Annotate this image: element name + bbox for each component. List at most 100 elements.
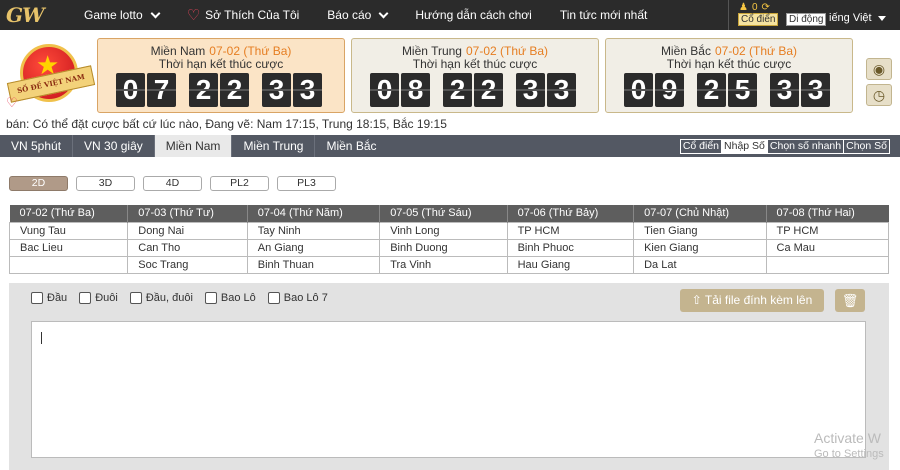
table-row: Bac Lieu Can Tho An Giang Binh Duong Bin… xyxy=(8,238,889,257)
input-mode-tabs: Cổ điển Nhập Số Chọn số nhanh Chọn Số xyxy=(679,139,890,154)
table-cell[interactable]: TP HCM xyxy=(765,221,889,240)
table-cell[interactable]: Dong Nai xyxy=(127,221,248,240)
region-subtitle: Thời hạn kết thúc cược xyxy=(158,57,284,71)
bet-number-input[interactable] xyxy=(31,321,866,458)
table-cell xyxy=(765,255,889,274)
checkbox[interactable] xyxy=(129,292,142,304)
region-subtitle: Thời hạn kết thúc cược xyxy=(666,57,792,71)
checkbox[interactable] xyxy=(204,292,217,304)
mode-mobile-button[interactable]: Di động xyxy=(786,13,827,26)
game-type-group: 2D 3D 4D PL2 PL3 xyxy=(9,176,336,191)
countdown-digit: 3 xyxy=(293,73,322,107)
mode-classic-button[interactable]: Cổ điển xyxy=(738,13,779,26)
nav-game-lotto[interactable]: Game lotto xyxy=(70,0,173,30)
table-cell[interactable]: An Giang xyxy=(246,238,381,257)
table-cell[interactable]: Binh Phuoc xyxy=(506,238,635,257)
region-title: Miền Nam 07-02 (Thứ Ba) xyxy=(98,44,344,58)
game-type-2d[interactable]: 2D xyxy=(9,176,68,191)
countdown-digit: 0 xyxy=(370,73,399,107)
option-label: Đầu, đuôi xyxy=(145,292,193,304)
tab-pick-number[interactable]: Chọn Số xyxy=(843,139,890,154)
draw-info: bán: Có thể đặt cược bất cứ lúc nào, Đan… xyxy=(6,117,447,131)
upload-icon: ⇧ xyxy=(691,293,702,307)
bet-options: Đầu Đuôi Đầu, đuôi Bao Lô Bao Lô 7 xyxy=(31,292,328,304)
region-card-mien-nam[interactable]: Miền Nam 07-02 (Thứ Ba) Thời hạn kết thúc… xyxy=(97,38,345,113)
region-title: Miền Trung 07-02 (Thứ Ba) xyxy=(352,44,598,58)
countdown-digit: 9 xyxy=(655,73,684,107)
countdown-digit: 7 xyxy=(147,73,176,107)
table-cell[interactable]: Binh Duong xyxy=(379,238,508,257)
text-cursor xyxy=(41,332,42,344)
trash-icon[interactable]: 🗑 xyxy=(835,289,865,312)
nav-favorites[interactable]: ♡ Sở Thích Của Tôi xyxy=(173,0,314,30)
checkbox[interactable] xyxy=(31,292,43,304)
region-card-mien-bac[interactable]: Miền Bắc 07-02 (Thứ Ba) Thời hạn kết thúc… xyxy=(605,38,853,113)
nav-news[interactable]: Tin tức mới nhất xyxy=(546,0,661,30)
countdown: 0 9 2 5 3 3 xyxy=(624,73,830,107)
table-cell[interactable]: Vinh Long xyxy=(379,221,508,240)
table-cell[interactable]: Bac Lieu xyxy=(8,238,129,257)
refresh-icon[interactable]: ⟳ xyxy=(762,2,770,13)
language-select[interactable]: iếng Việt xyxy=(829,12,886,24)
globe-icon[interactable]: ◉ xyxy=(866,58,892,80)
checkbox[interactable] xyxy=(79,292,92,304)
region-card-mien-trung[interactable]: Miền Trung 07-02 (Thứ Ba) Thời hạn kết th… xyxy=(351,38,599,113)
countdown-digit: 8 xyxy=(401,73,430,107)
favorite-heart-icon[interactable]: ♡ xyxy=(6,95,18,111)
upload-label: Tải file đính kèm lên xyxy=(704,293,813,307)
game-type-3d[interactable]: 3D xyxy=(76,176,135,191)
table-cell[interactable]: Tay Ninh xyxy=(246,221,381,240)
nav-reports[interactable]: Báo cáo xyxy=(313,0,401,30)
countdown: 0 8 2 2 3 3 xyxy=(370,73,576,107)
nav-guide[interactable]: Hướng dẫn cách chơi xyxy=(401,0,546,30)
tab-enter-number[interactable]: Nhập Số xyxy=(721,139,768,154)
option-duoi[interactable]: Đuôi xyxy=(79,292,118,304)
table-cell[interactable]: Soc Trang xyxy=(127,255,248,274)
table-header: 07-06 (Thứ Bảy) xyxy=(507,205,635,222)
table-cell[interactable]: Tien Giang xyxy=(633,221,767,240)
table-cell[interactable]: Binh Thuan xyxy=(246,255,381,274)
nav-user-area: ♟ 0 ⟳ Cổ điển Di động iếng Việt xyxy=(728,0,900,30)
watermark-line1: Activate W xyxy=(814,430,881,446)
heart-icon: ♡ xyxy=(186,6,201,24)
table-cell[interactable]: Tra Vinh xyxy=(379,255,508,274)
game-type-pl3[interactable]: PL3 xyxy=(277,176,336,191)
tab-classic[interactable]: Cổ điển xyxy=(679,139,723,154)
activate-windows-watermark: Activate W Go to Settings xyxy=(814,430,884,462)
table-cell[interactable]: Kien Giang xyxy=(633,238,767,257)
tab-vn-5phut[interactable]: VN 5phút xyxy=(0,135,74,157)
region-name: Miền Bắc xyxy=(660,44,711,58)
option-bao-lo[interactable]: Bao Lô xyxy=(204,292,256,304)
tab-quick-pick[interactable]: Chọn số nhanh xyxy=(766,139,845,154)
table-cell[interactable]: Vung Tau xyxy=(8,221,129,240)
table-row: Vung Tau Dong Nai Tay Ninh Vinh Long TP … xyxy=(8,221,889,240)
tab-mien-bac[interactable]: Miền Bắc xyxy=(315,135,387,157)
user-icon: ♟ xyxy=(739,2,748,13)
countdown-digit: 3 xyxy=(262,73,291,107)
tab-mien-nam[interactable]: Miền Nam xyxy=(154,135,233,157)
tab-vn-30giay[interactable]: VN 30 giây xyxy=(73,135,155,157)
site-logo[interactable]: GW xyxy=(0,0,70,30)
table-cell[interactable]: Can Tho xyxy=(127,238,248,257)
region-date: 07-02 (Thứ Ba) xyxy=(209,44,292,58)
countdown-digit: 2 xyxy=(220,73,249,107)
countdown-digit: 3 xyxy=(770,73,799,107)
upload-file-button[interactable]: ⇧ Tải file đính kèm lên xyxy=(680,289,824,312)
countdown-digit: 5 xyxy=(728,73,757,107)
option-dau-duoi[interactable]: Đầu, đuôi xyxy=(129,292,193,304)
option-bao-lo-7[interactable]: Bao Lô 7 xyxy=(267,292,328,304)
tab-mien-trung[interactable]: Miền Trung xyxy=(232,135,316,157)
history-icon[interactable]: ◷ xyxy=(866,84,892,106)
watermark-line2: Go to Settings xyxy=(814,448,884,460)
game-type-pl2[interactable]: PL2 xyxy=(210,176,269,191)
table-cell[interactable]: Ca Mau xyxy=(765,238,889,257)
table-cell[interactable]: Hau Giang xyxy=(506,255,635,274)
option-dau[interactable]: Đầu xyxy=(31,292,67,304)
table-cell xyxy=(8,255,129,274)
brand-badge: ★ SỐ ĐỀ VIỆT NAM xyxy=(6,40,96,110)
nav-reports-label: Báo cáo xyxy=(327,8,372,22)
checkbox[interactable] xyxy=(267,292,280,304)
game-type-4d[interactable]: 4D xyxy=(143,176,202,191)
table-cell[interactable]: Da Lat xyxy=(633,255,767,274)
table-cell[interactable]: TP HCM xyxy=(506,221,635,240)
